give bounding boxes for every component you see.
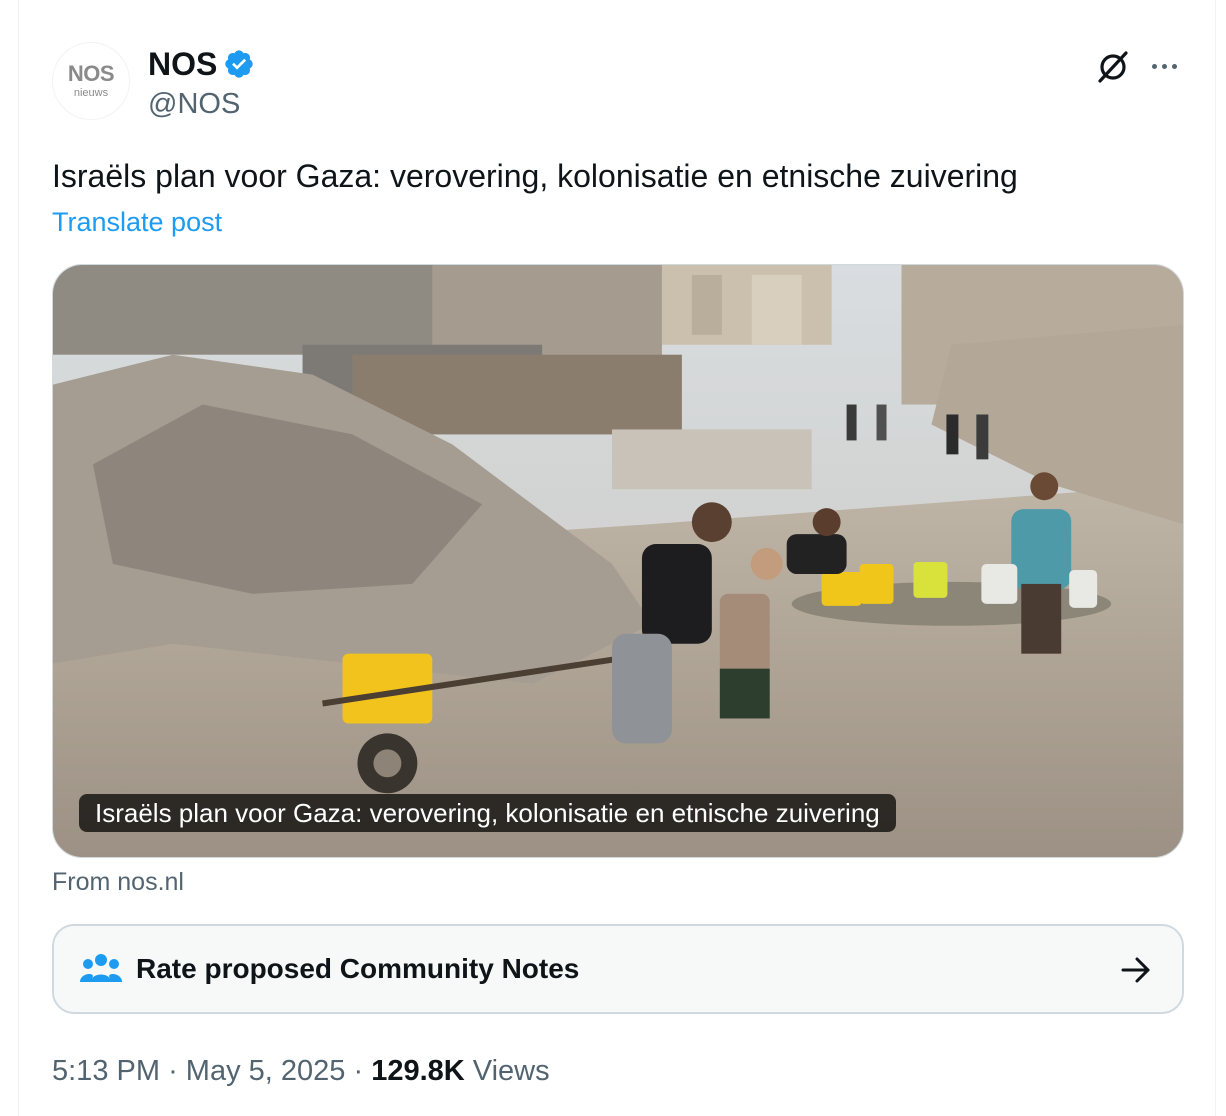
- display-name[interactable]: NOS: [148, 44, 217, 84]
- people-icon: [80, 954, 122, 982]
- translate-post-link[interactable]: Translate post: [52, 204, 222, 240]
- author-name-row[interactable]: NOS: [148, 44, 255, 84]
- community-notes-label: Rate proposed Community Notes: [136, 953, 580, 984]
- more-options-icon[interactable]: [1146, 48, 1182, 84]
- avatar-logo-text: NOS: [67, 61, 115, 86]
- media-caption: Israëls plan voor Gaza: verovering, kolo…: [79, 794, 896, 832]
- avatar[interactable]: NOS nieuws: [52, 42, 130, 120]
- post-text: Israëls plan voor Gaza: verovering, kolo…: [52, 158, 1018, 194]
- verified-badge-icon: [225, 50, 254, 78]
- meta-separator: ·: [353, 1055, 364, 1087]
- link-source[interactable]: From nos.nl: [52, 866, 184, 898]
- meta-separator: ·: [168, 1055, 178, 1087]
- post-time[interactable]: 5:13 PM: [52, 1055, 160, 1087]
- link-preview-card[interactable]: Israëls plan voor Gaza: verovering, kolo…: [52, 264, 1184, 858]
- arrow-right-icon: [1121, 957, 1150, 983]
- preview-image: [53, 265, 1183, 857]
- grok-icon[interactable]: [1094, 48, 1132, 86]
- post-meta: 5:13 PM · May 5, 2025 · 129.8K Views: [52, 1052, 550, 1090]
- post-date[interactable]: May 5, 2025: [186, 1055, 346, 1087]
- views-label: Views: [472, 1055, 550, 1087]
- views-count: 129.8K: [371, 1055, 465, 1087]
- avatar-logo-subtext: nieuws: [73, 87, 109, 99]
- author-handle[interactable]: @NOS: [148, 86, 240, 122]
- rate-community-notes-button[interactable]: Rate proposed Community Notes: [52, 924, 1184, 1014]
